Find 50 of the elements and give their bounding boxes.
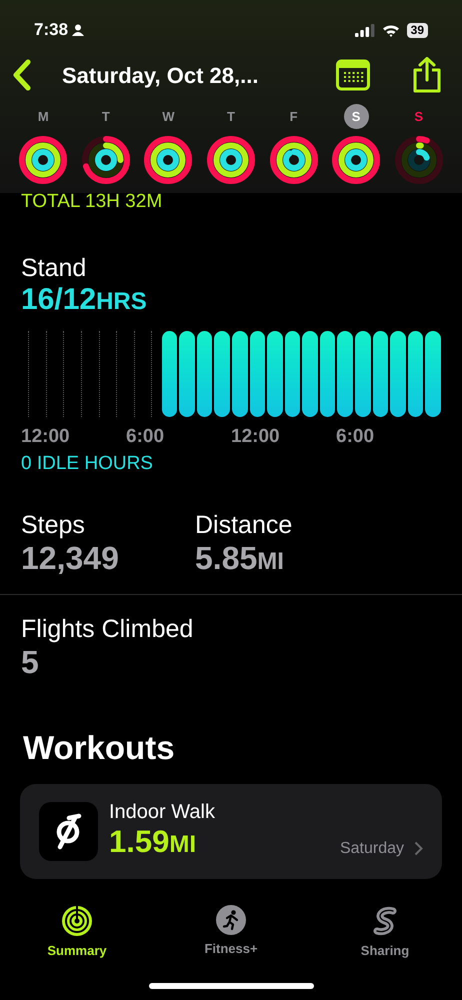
share-icon[interactable] [412, 57, 442, 93]
day-label[interactable]: T [218, 104, 244, 129]
day-label[interactable]: M [30, 104, 56, 129]
total-time: TOTAL 13H 32M [21, 193, 164, 209]
axis-label: 12:00 [21, 426, 70, 447]
day-label[interactable]: S [344, 104, 369, 129]
activity-rings-icon[interactable] [206, 135, 256, 185]
tab-bar-item[interactable]: Fitness+ [204, 905, 258, 960]
workout-app-icon [39, 802, 98, 860]
axis-label: 6:00 [126, 426, 164, 447]
sharing-s-icon [373, 905, 397, 937]
activity-rings-icon[interactable] [268, 135, 319, 185]
nav-title: Saturday, Oct 28,... [62, 62, 258, 90]
day-label[interactable]: T [93, 104, 118, 129]
rings-target-icon [61, 905, 93, 937]
workouts-title: Workouts [22, 728, 176, 768]
stat-value: 5.85MI [195, 540, 285, 578]
back-icon[interactable] [12, 59, 32, 91]
stand-title: Stand [21, 253, 88, 283]
stat-label: Steps [21, 510, 86, 540]
day-label[interactable]: F [281, 104, 306, 129]
flights-value: 5 [21, 644, 40, 680]
workout-day: Saturday [340, 836, 404, 860]
stat-value: 12,349 [21, 540, 120, 576]
axis-label: 6:00 [336, 426, 374, 447]
activity-rings-icon[interactable] [331, 135, 382, 185]
chevron-icon [414, 841, 423, 856]
stand-value: 16/12HRS [21, 283, 148, 318]
workout-name: Indoor Walk [109, 800, 216, 824]
wifi-icon [382, 24, 400, 36]
runner-icon [216, 905, 246, 935]
status-time: 7:38 [34, 19, 68, 42]
workout-distance: 1.59MI [109, 824, 198, 860]
person-icon [72, 24, 84, 36]
flights-label: Flights Climbed [21, 614, 194, 644]
calendar-icon[interactable] [336, 59, 370, 91]
stat-label: Distance [195, 510, 294, 540]
day-label[interactable]: S [406, 104, 432, 129]
idle-hours: 0 IDLE HOURS [21, 452, 154, 476]
signal-icon [354, 24, 375, 36]
tab-bar-item[interactable]: Sharing [360, 905, 410, 960]
workout-card[interactable]: Indoor Walk 1.59MI Saturday [20, 784, 442, 878]
activity-rings-icon[interactable] [143, 135, 194, 185]
tab-bar-item[interactable]: Summary [47, 905, 107, 960]
activity-rings-icon[interactable] [80, 135, 131, 185]
battery-indicator: 39 [406, 22, 428, 38]
axis-label: 12:00 [231, 426, 280, 447]
day-label[interactable]: W [156, 104, 181, 129]
activity-rings-icon[interactable] [18, 135, 68, 185]
activity-rings-icon[interactable] [394, 135, 444, 185]
